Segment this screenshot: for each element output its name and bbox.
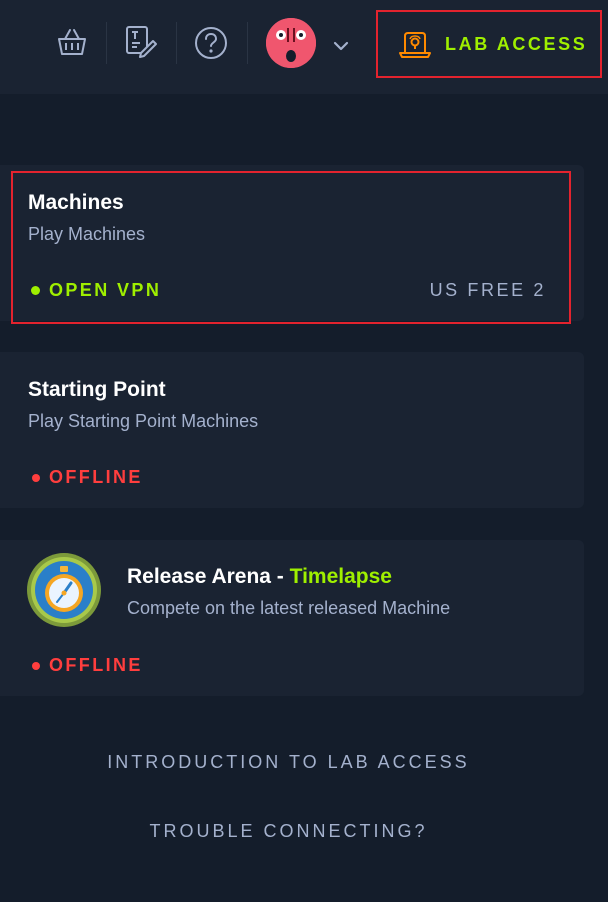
status-text: OFFLINE — [49, 655, 143, 675]
machine-name[interactable]: Timelapse — [290, 565, 392, 588]
offline-status: OFFLINE — [32, 655, 143, 676]
avatar[interactable] — [266, 18, 316, 68]
help-icon[interactable] — [192, 24, 230, 62]
divider — [176, 22, 177, 64]
divider — [247, 22, 248, 64]
lab-access-button[interactable]: LAB ACCESS — [376, 10, 602, 78]
trouble-connecting-link[interactable]: TROUBLE CONNECTING? — [0, 821, 577, 842]
chevron-down-icon[interactable] — [330, 36, 352, 56]
vpn-laptop-icon — [398, 28, 432, 60]
card-title: Starting Point — [28, 378, 166, 401]
divider — [106, 22, 107, 64]
edit-document-icon[interactable] — [122, 24, 160, 60]
status-dot-icon — [32, 661, 40, 670]
highlight-box — [11, 171, 571, 324]
timer-badge-icon — [26, 552, 102, 628]
basket-icon[interactable] — [54, 24, 90, 60]
card-title: Release Arena - Timelapse — [127, 565, 392, 589]
intro-lab-access-link[interactable]: INTRODUCTION TO LAB ACCESS — [0, 752, 577, 773]
top-bar: LAB ACCESS — [0, 0, 608, 94]
card-subtitle: Play Starting Point Machines — [28, 411, 259, 431]
lab-access-label: LAB ACCESS — [445, 33, 588, 54]
title-prefix: Release Arena - — [127, 565, 290, 588]
status-text: OFFLINE — [49, 467, 143, 487]
card-subtitle: Compete on the latest released Machine — [127, 598, 451, 618]
offline-status: OFFLINE — [32, 467, 143, 488]
release-arena-card[interactable]: Release Arena - Timelapse Compete on the… — [0, 540, 584, 696]
starting-point-card[interactable]: Starting Point Play Starting Point Machi… — [0, 352, 584, 508]
status-dot-icon — [32, 473, 40, 482]
